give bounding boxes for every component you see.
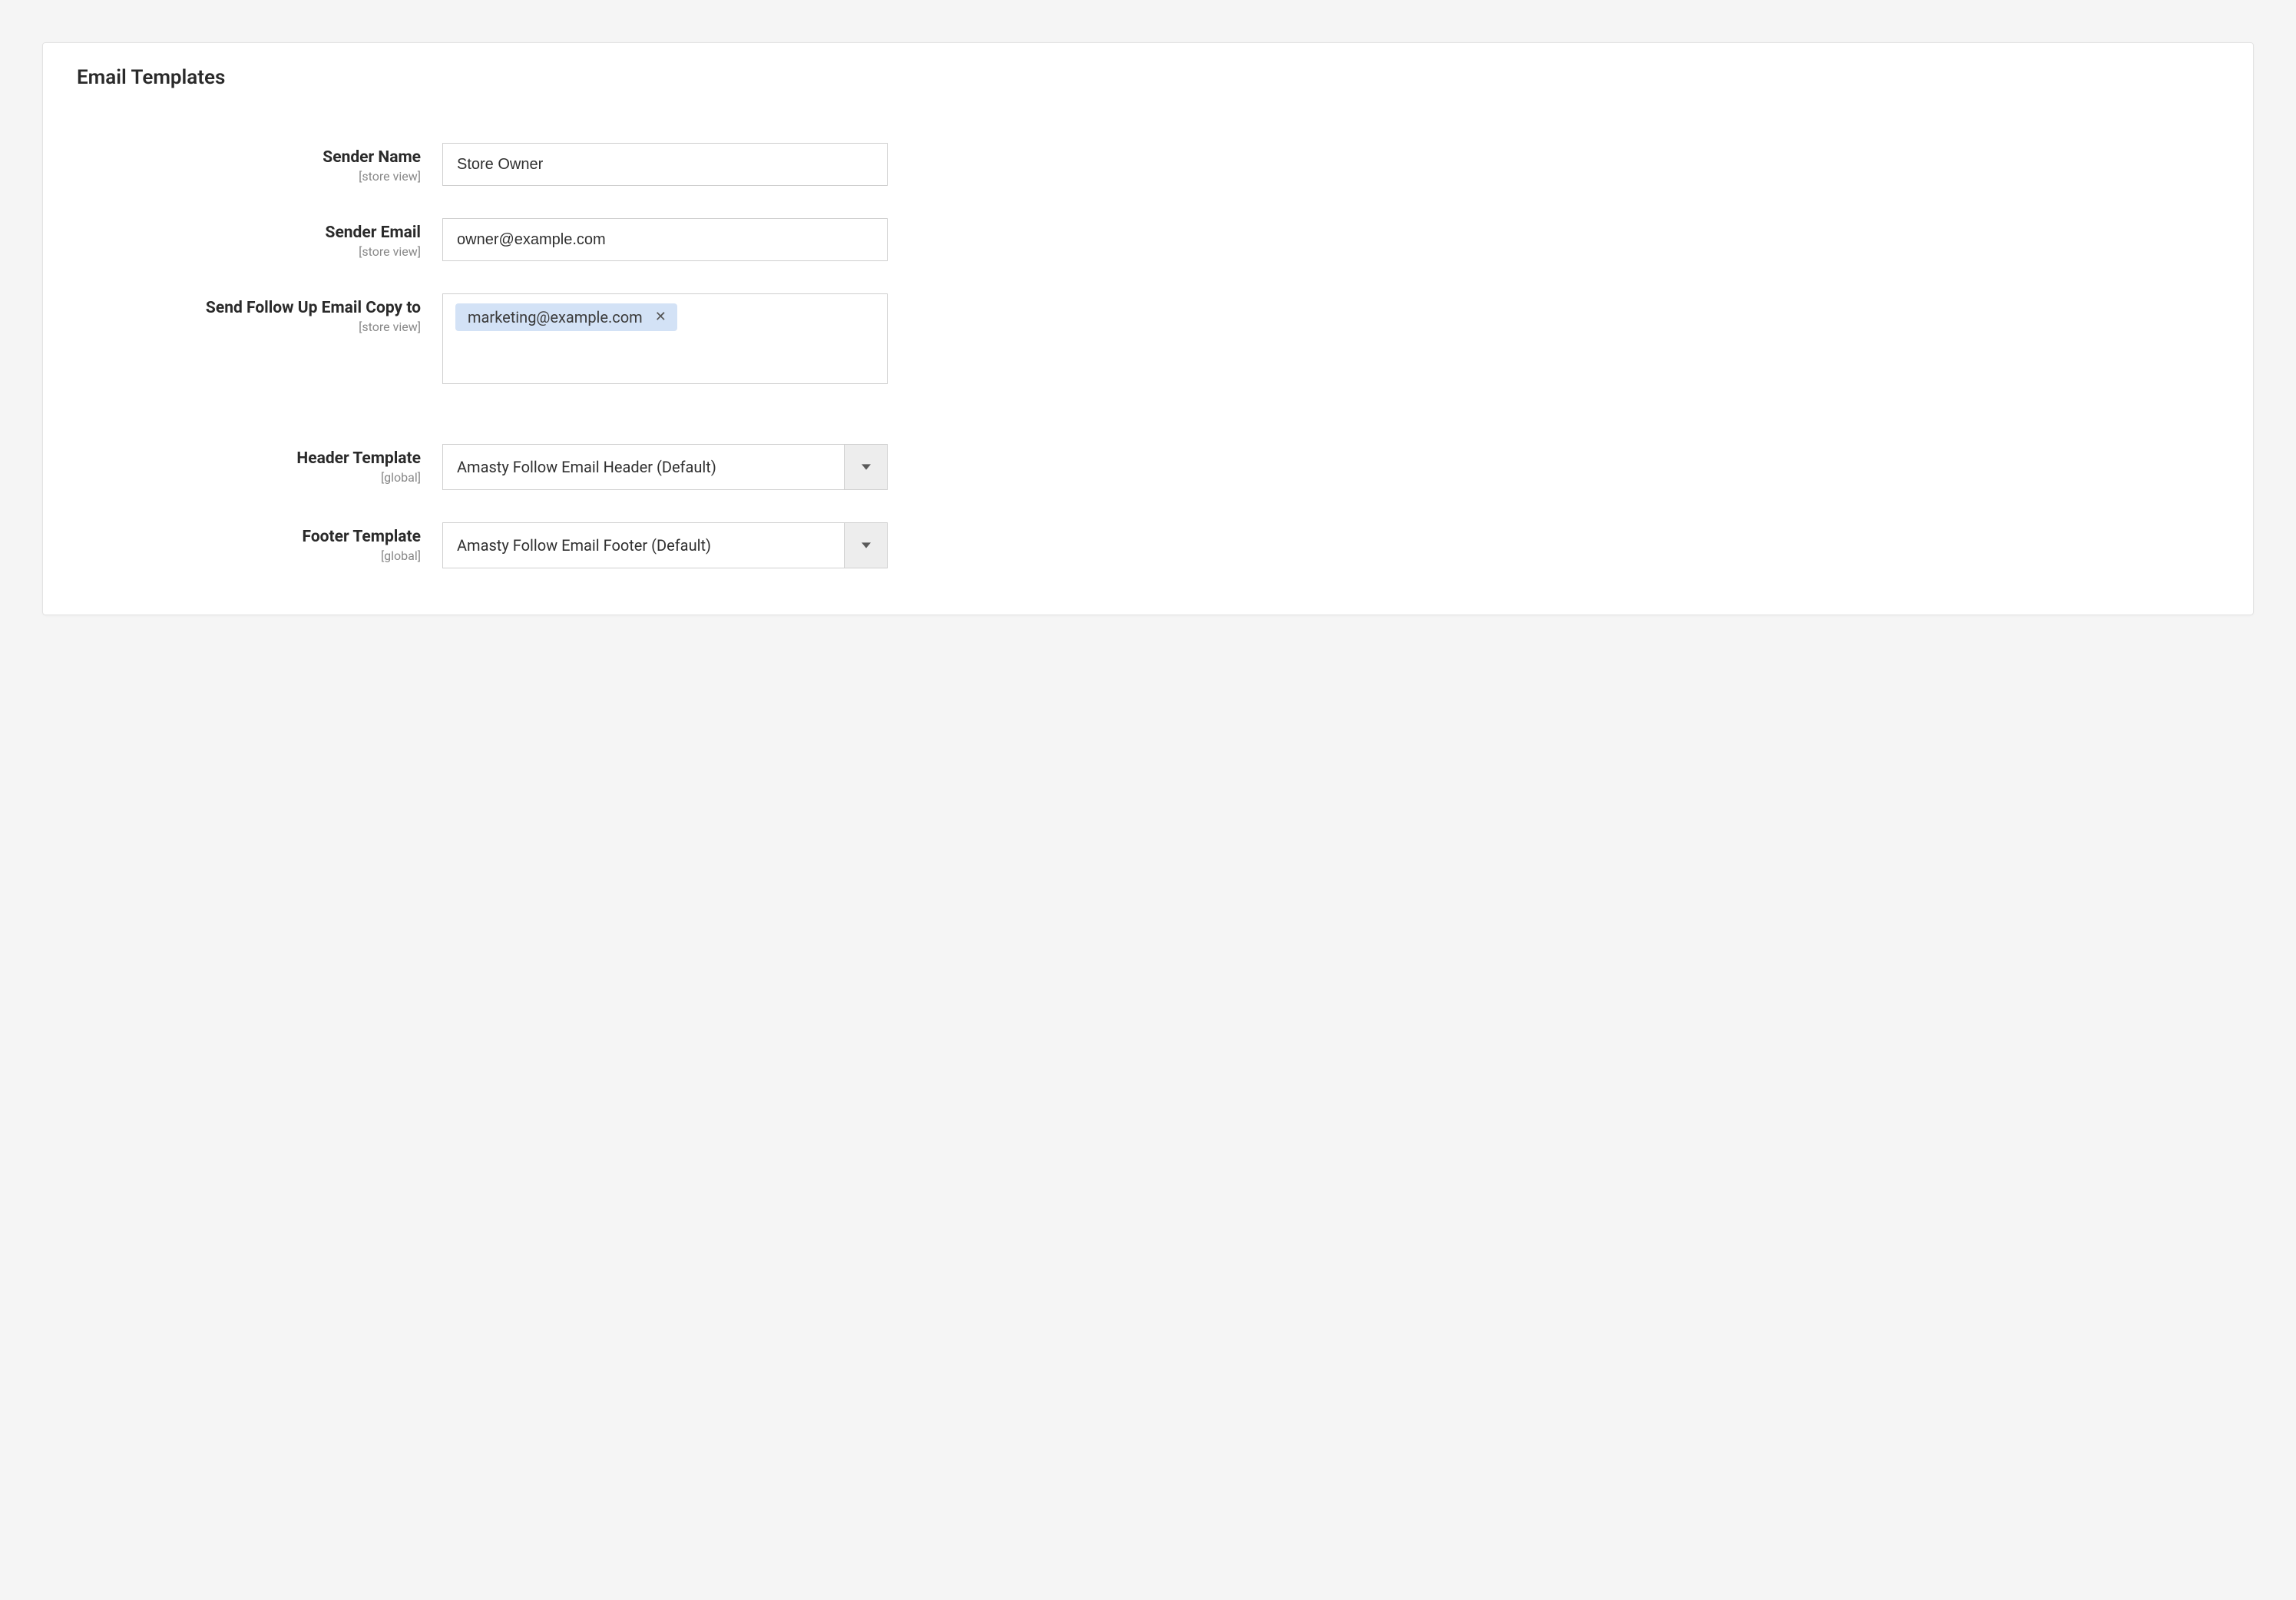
email-templates-panel: Email Templates Sender Name [store view]…	[42, 42, 2254, 615]
label-footer-template: Footer Template [global]	[74, 522, 442, 563]
row-copy-to: Send Follow Up Email Copy to [store view…	[74, 293, 2222, 384]
row-header-template: Header Template [global] Amasty Follow E…	[74, 444, 2222, 490]
footer-template-select[interactable]: Amasty Follow Email Footer (Default)	[442, 522, 888, 568]
label-sender-name: Sender Name [store view]	[74, 143, 442, 184]
email-tag: marketing@example.com ✕	[455, 303, 677, 331]
section-title: Email Templates	[77, 66, 2222, 89]
row-sender-email: Sender Email [store view]	[74, 218, 2222, 261]
scope-text: [global]	[74, 470, 421, 485]
label-text: Sender Email	[74, 223, 421, 243]
select-selected-text: Amasty Follow Email Header (Default)	[443, 445, 844, 489]
row-footer-template: Footer Template [global] Amasty Follow E…	[74, 522, 2222, 568]
select-selected-text: Amasty Follow Email Footer (Default)	[443, 523, 844, 568]
chevron-down-icon	[844, 523, 887, 568]
scope-text: [global]	[74, 548, 421, 563]
label-header-template: Header Template [global]	[74, 444, 442, 485]
tag-label: marketing@example.com	[468, 308, 643, 326]
label-text: Sender Name	[74, 147, 421, 167]
label-text: Header Template	[74, 449, 421, 469]
chevron-down-icon	[844, 445, 887, 489]
scope-text: [store view]	[74, 169, 421, 184]
label-text: Send Follow Up Email Copy to	[74, 298, 421, 318]
copy-to-tag-input[interactable]: marketing@example.com ✕	[442, 293, 888, 384]
label-sender-email: Sender Email [store view]	[74, 218, 442, 259]
sender-name-input[interactable]	[442, 143, 888, 186]
scope-text: [store view]	[74, 244, 421, 259]
label-text: Footer Template	[74, 527, 421, 547]
header-template-select[interactable]: Amasty Follow Email Header (Default)	[442, 444, 888, 490]
label-copy-to: Send Follow Up Email Copy to [store view…	[74, 293, 442, 334]
sender-email-input[interactable]	[442, 218, 888, 261]
remove-tag-icon[interactable]: ✕	[655, 310, 667, 324]
row-sender-name: Sender Name [store view]	[74, 143, 2222, 186]
scope-text: [store view]	[74, 320, 421, 334]
